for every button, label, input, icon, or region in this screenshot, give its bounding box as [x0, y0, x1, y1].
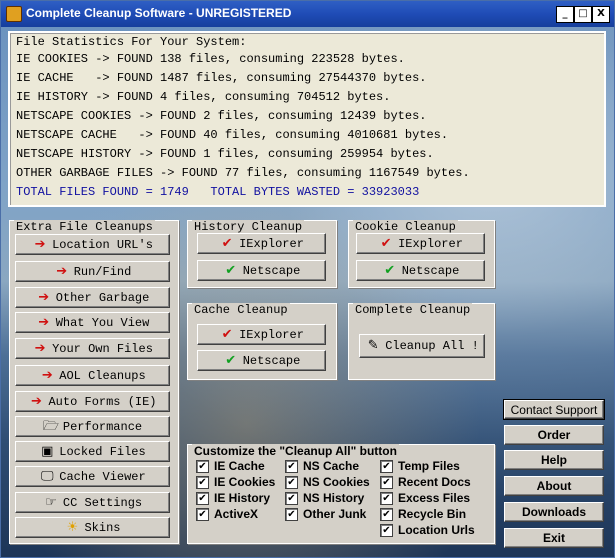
cookie-netscape-button[interactable]: ✔ Netscape [356, 260, 485, 281]
cache-netscape-button[interactable]: ✔ Netscape [197, 350, 326, 371]
checkbox-icon[interactable]: ✔ [285, 459, 298, 473]
stat-line: NETSCAPE HISTORY -> FOUND 1 files, consu… [16, 147, 434, 161]
checkbox-icon[interactable]: ✔ [196, 507, 209, 521]
aol-cleanups-button[interactable]: ➔ AOL Cleanups [15, 365, 170, 386]
checkbox-ns-cookies[interactable]: ✔ NS Cookies [285, 475, 370, 489]
stat-line: OTHER GARBAGE FILES -> FOUND 77 files, c… [16, 166, 470, 180]
stat-line: IE COOKIES -> FOUND 138 files, consuming… [16, 52, 405, 66]
customize-title: Customize the "Cleanup All" button [192, 444, 399, 458]
title-bar[interactable]: Complete Cleanup Software - UNREGISTERED… [1, 1, 614, 27]
red-arrow-icon: ➔ [56, 263, 68, 279]
checkbox-ns-cache[interactable]: ✔ NS Cache [285, 459, 359, 473]
help-button[interactable]: Help [504, 450, 604, 470]
red-arrow-icon: ➔ [41, 367, 53, 383]
check-green-icon: ✔ [225, 352, 237, 368]
maximize-button[interactable]: □ [574, 6, 592, 23]
check-green-icon: ✔ [384, 262, 396, 278]
stat-line: IE HISTORY -> FOUND 4 files, consuming 7… [16, 90, 391, 104]
checkbox-ns-history[interactable]: ✔ NS History [285, 491, 364, 505]
locked-files-button[interactable]: ▣ Locked Files [15, 441, 170, 462]
checkbox-icon[interactable]: ✔ [380, 459, 393, 473]
stat-line: NETSCAPE CACHE -> FOUND 40 files, consum… [16, 128, 449, 142]
red-arrow-icon: ➔ [34, 236, 46, 252]
file-statistics-panel: File Statistics For Your System: IE COOK… [8, 31, 606, 207]
checkbox-temp-files[interactable]: ✔ Temp Files [380, 459, 460, 473]
broom-icon: ✎ [367, 338, 379, 353]
checkbox-icon[interactable]: ✔ [285, 475, 298, 489]
app-window: Complete Cleanup Software - UNREGISTERED… [0, 0, 615, 558]
exit-button[interactable]: Exit [504, 528, 604, 548]
other-garbage-button[interactable]: ➔ Other Garbage [15, 287, 170, 308]
checkbox-recent-docs[interactable]: ✔ Recent Docs [380, 475, 471, 489]
what-you-view-button[interactable]: ➔ What You View [15, 312, 170, 333]
checkbox-icon[interactable]: ✔ [196, 475, 209, 489]
history-netscape-button[interactable]: ✔ Netscape [197, 260, 326, 281]
checkbox-icon[interactable]: ✔ [380, 507, 393, 521]
checkbox-icon[interactable]: ✔ [285, 491, 298, 505]
checkbox-ie-cache[interactable]: ✔ IE Cache [196, 459, 265, 473]
stat-line: NETSCAPE COOKIES -> FOUND 2 files, consu… [16, 109, 427, 123]
red-arrow-icon: ➔ [31, 393, 42, 409]
red-arrow-icon: ➔ [38, 289, 50, 305]
cache-cleanup-panel: Cache Cleanup ✔ IExplorer ✔ Netscape [187, 303, 337, 380]
cc-settings-button[interactable]: ☞ CC Settings [15, 492, 170, 513]
cache-viewer-button[interactable]: 🖵 Cache Viewer [15, 466, 170, 487]
red-arrow-icon: ➔ [34, 340, 46, 356]
checkbox-excess-files[interactable]: ✔ Excess Files [380, 491, 470, 505]
skins-button[interactable]: ☀ Skins [15, 517, 170, 538]
downloads-button[interactable]: Downloads [504, 502, 604, 522]
checkbox-icon[interactable]: ✔ [196, 491, 209, 505]
checkbox-icon[interactable]: ✔ [380, 523, 393, 537]
performance-icon: 🗁 [42, 418, 60, 434]
check-red-icon: ✔ [221, 326, 233, 342]
lock-icon: ▣ [41, 443, 54, 459]
checkbox-location-urls[interactable]: ✔ Location Urls [380, 523, 475, 537]
check-red-icon: ✔ [221, 235, 233, 251]
checkbox-ie-cookies[interactable]: ✔ IE Cookies [196, 475, 275, 489]
cache-ie-button[interactable]: ✔ IExplorer [197, 324, 326, 345]
check-green-icon: ✔ [225, 262, 237, 278]
location-urls-button[interactable]: ➔ Location URL's [15, 234, 170, 255]
complete-cleanup-panel: Complete Cleanup ✎ Cleanup All ! [348, 303, 495, 380]
monitor-icon: 🖵 [41, 468, 54, 484]
checkbox-recycle-bin[interactable]: ✔ Recycle Bin [380, 507, 466, 521]
cache-cleanup-title: Cache Cleanup [192, 303, 290, 317]
history-ie-button[interactable]: ✔ IExplorer [197, 233, 326, 254]
order-button[interactable]: Order [504, 425, 604, 445]
cookie-ie-button[interactable]: ✔ IExplorer [356, 233, 485, 254]
cookie-cleanup-panel: Cookie Cleanup ✔ IExplorer ✔ Netscape [348, 220, 495, 288]
checkbox-other-junk[interactable]: ✔ Other Junk [285, 507, 366, 521]
extra-cleanups-panel: Extra File Cleanups ➔ Location URL's ➔ Run… [9, 220, 179, 544]
auto-forms-button[interactable]: ➔ Auto Forms (IE) [15, 391, 170, 412]
extra-cleanups-title: Extra File Cleanups [14, 220, 155, 234]
run-find-button[interactable]: ➔ Run/Find [15, 261, 170, 282]
close-button[interactable]: X [592, 6, 610, 23]
complete-cleanup-title: Complete Cleanup [353, 303, 473, 317]
history-cleanup-panel: History Cleanup ✔ IExplorer ✔ Netscape [187, 220, 337, 288]
stats-total: TOTAL FILES FOUND = 1749 TOTAL BYTES WAS… [16, 185, 420, 199]
settings-icon: ☞ [45, 494, 57, 510]
window-title: Complete Cleanup Software - UNREGISTERED [26, 6, 292, 20]
checkbox-icon[interactable]: ✔ [196, 459, 209, 473]
customize-panel: Customize the "Cleanup All" button ✔ IE C… [187, 444, 495, 544]
stats-header: File Statistics For Your System: [16, 35, 247, 49]
checkbox-ie-history[interactable]: ✔ IE History [196, 491, 270, 505]
performance-button[interactable]: 🗁 Performance [15, 416, 170, 437]
checkbox-icon[interactable]: ✔ [380, 491, 393, 505]
contact-support-button[interactable]: Contact Support [503, 399, 605, 420]
your-own-files-button[interactable]: ➔ Your Own Files [15, 338, 170, 359]
red-arrow-icon: ➔ [38, 314, 50, 330]
checkbox-activex[interactable]: ✔ ActiveX [196, 507, 258, 521]
minimize-button[interactable]: _ [556, 6, 574, 23]
check-red-icon: ✔ [380, 235, 392, 251]
about-button[interactable]: About [504, 476, 604, 496]
checkbox-icon[interactable]: ✔ [285, 507, 298, 521]
cookie-cleanup-title: Cookie Cleanup [353, 220, 458, 234]
stat-line: IE CACHE -> FOUND 1487 files, consuming … [16, 71, 427, 85]
app-icon [6, 6, 22, 22]
sun-icon: ☀ [66, 519, 79, 535]
cleanup-all-button[interactable]: ✎ Cleanup All ! [359, 334, 485, 358]
checkbox-icon[interactable]: ✔ [380, 475, 393, 489]
history-cleanup-title: History Cleanup [192, 220, 305, 234]
